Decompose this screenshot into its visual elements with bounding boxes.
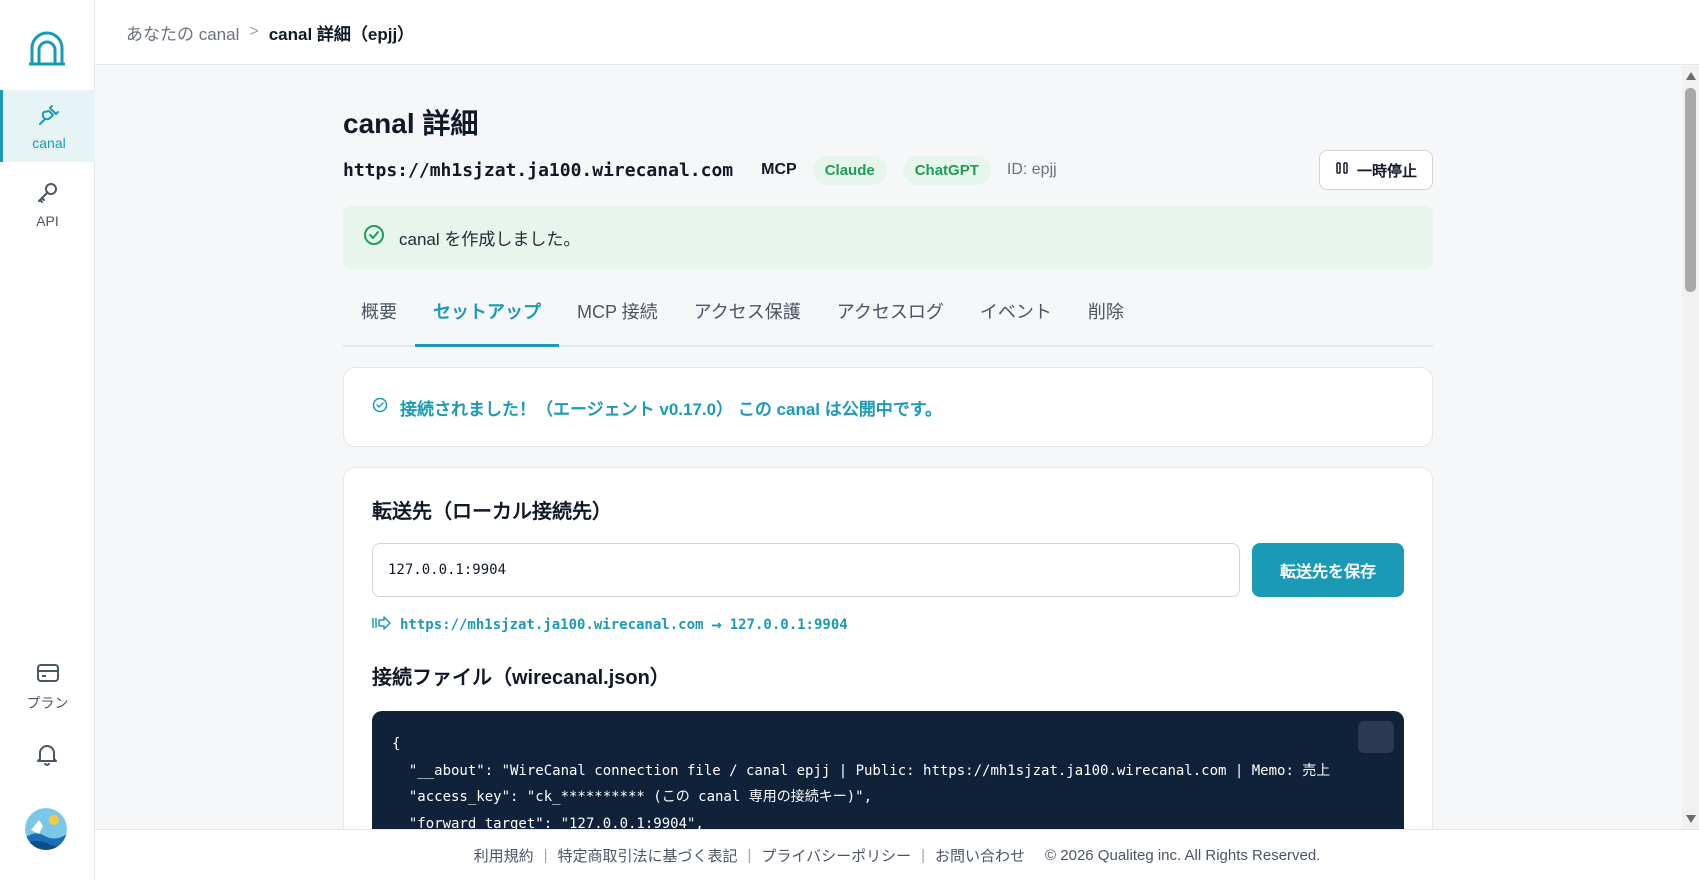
- footer-separator: |: [921, 846, 926, 864]
- pause-button[interactable]: 一時停止: [1318, 150, 1433, 190]
- logo-icon[interactable]: [28, 30, 66, 66]
- sidebar-item-label: プラン: [26, 694, 69, 711]
- footer-link-commerce[interactable]: 特定商取引法に基づく表記: [558, 845, 738, 866]
- code-line: {: [392, 736, 401, 752]
- route-to: 127.0.0.1:9904: [729, 617, 848, 633]
- save-forward-button[interactable]: 転送先を保存: [1252, 543, 1404, 597]
- connection-status-text: 接続されました！（エージェント v0.17.0） この canal は公開中です…: [400, 399, 943, 419]
- tab-bar: 概要 セットアップ MCP 接続 アクセス保護 アクセスログ イベント 削除: [343, 292, 1433, 347]
- route-preview: https://mh1sjzat.ja100.wirecanal.com → 1…: [372, 615, 848, 635]
- card-icon: [35, 660, 61, 689]
- bell-icon[interactable]: [33, 740, 61, 768]
- mcp-tag: MCP: [761, 161, 797, 178]
- header: あなたの canal > canal 詳細（epjj）: [95, 0, 1699, 65]
- scroll-up-arrow[interactable]: [1686, 72, 1696, 80]
- page-title: canal 詳細: [343, 108, 479, 139]
- copy-icon: [1325, 711, 1404, 777]
- sidebar-item-label: canal: [32, 134, 66, 151]
- tab-delete[interactable]: 削除: [1070, 292, 1142, 347]
- sidebar-item-api[interactable]: API: [0, 168, 95, 240]
- footer-separator: |: [543, 846, 548, 864]
- pause-label: 一時停止: [1356, 162, 1417, 180]
- pause-icon: [1335, 161, 1349, 179]
- footer: 利用規約 | 特定商取引法に基づく表記 | プライバシーポリシー | お問い合わ…: [95, 829, 1699, 880]
- footer-link-terms[interactable]: 利用規約: [474, 845, 534, 866]
- footer-link-privacy[interactable]: プライバシーポリシー: [761, 845, 911, 866]
- footer-link-contact[interactable]: お問い合わせ: [935, 845, 1025, 866]
- scroll-down-arrow[interactable]: [1686, 815, 1696, 823]
- tab-mcp-connection[interactable]: MCP 接続: [559, 292, 676, 347]
- plug-icon: [36, 102, 62, 131]
- tab-setup[interactable]: セットアップ: [415, 292, 559, 347]
- sidebar-item-canal[interactable]: canal: [0, 90, 95, 162]
- tab-access-protection[interactable]: アクセス保護: [676, 292, 819, 347]
- forward-target-input[interactable]: [372, 543, 1240, 597]
- canal-url: https://mh1sjzat.ja100.wirecanal.com: [343, 159, 734, 181]
- canal-meta: https://mh1sjzat.ja100.wirecanal.com MCP…: [343, 150, 1433, 190]
- avatar[interactable]: [25, 808, 67, 850]
- check-circle-icon: [363, 224, 385, 251]
- badge-claude: Claude: [812, 155, 887, 185]
- code-line: "__about": "WireCanal connection file / …: [392, 762, 1331, 779]
- key-icon: [35, 180, 61, 209]
- tab-access-log[interactable]: アクセスログ: [819, 292, 962, 347]
- badge-chatgpt: ChatGPT: [902, 155, 991, 185]
- footer-separator: |: [747, 846, 752, 864]
- connection-file-title: 接続ファイル（wirecanal.json）: [372, 667, 670, 689]
- alert-message: canal を作成しました。: [399, 230, 581, 249]
- scrollbar[interactable]: [1682, 66, 1699, 829]
- copyright: © 2026 Qualiteg inc. All Rights Reserved…: [1045, 846, 1321, 864]
- sidebar-item-label: API: [36, 212, 59, 229]
- forward-section-title: 転送先（ローカル接続先）: [372, 501, 612, 523]
- sidebar-item-plan[interactable]: プラン: [0, 650, 95, 722]
- connection-status-card: 接続されました！（エージェント v0.17.0） この canal は公開中です…: [343, 367, 1433, 447]
- tab-overview[interactable]: 概要: [343, 292, 415, 347]
- forward-arrow-icon: [372, 615, 392, 635]
- breadcrumb: あなたの canal > canal 詳細（epjj）: [126, 20, 414, 45]
- check-circle-icon: [372, 397, 388, 418]
- route-arrow: →: [711, 615, 722, 635]
- sidebar: canal API プラン: [0, 0, 95, 880]
- breadcrumb-current: canal 詳細（epjj）: [268, 24, 415, 44]
- chevron-right-icon: >: [249, 23, 259, 40]
- route-from: https://mh1sjzat.ja100.wirecanal.com: [400, 617, 704, 633]
- scroll-thumb[interactable]: [1685, 88, 1696, 292]
- code-line: "access_key": "ck_********** (この canal 専…: [392, 789, 873, 805]
- setup-card: 転送先（ローカル接続先） 転送先を保存 https://mh1sjzat.ja1…: [343, 467, 1433, 880]
- tab-events[interactable]: イベント: [962, 292, 1070, 347]
- success-alert: canal を作成しました。: [343, 206, 1433, 269]
- copy-button[interactable]: [1358, 721, 1394, 753]
- canal-id: ID: epjj: [1006, 161, 1057, 178]
- breadcrumb-parent[interactable]: あなたの canal: [126, 20, 239, 45]
